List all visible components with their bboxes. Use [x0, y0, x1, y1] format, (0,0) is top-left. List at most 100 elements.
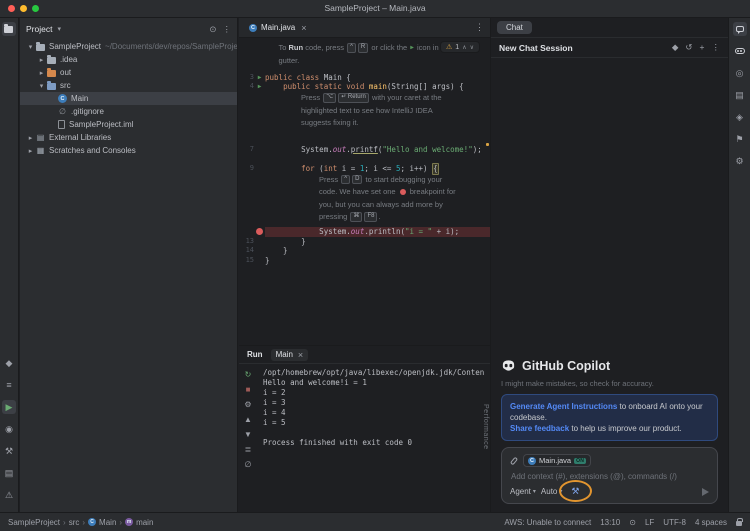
- bookmarks-tool-button[interactable]: ⚑: [733, 132, 747, 146]
- tree-item-scratches[interactable]: ▸ ▦ Scratches and Consoles: [20, 144, 237, 157]
- inline-hint[interactable]: Press ⌥ ↵ Return with your caret at the: [239, 92, 490, 104]
- tree-item-sampleproject[interactable]: ▾ SampleProject ~/Documents/dev/repos/Samp…: [20, 40, 237, 53]
- history-icon[interactable]: ↺: [685, 42, 692, 53]
- code-line[interactable]: 14 }: [239, 246, 490, 256]
- inline-hint[interactable]: suggests fixing it.: [239, 117, 490, 129]
- inspections-widget[interactable]: ⚠ 1 ∧ ∨: [440, 41, 480, 53]
- close-tab-icon[interactable]: ×: [301, 23, 306, 33]
- settings-icon[interactable]: ⚙: [244, 400, 251, 409]
- tree-item-idea[interactable]: ▸ .idea: [20, 53, 237, 66]
- more-icon[interactable]: ⋮: [475, 22, 484, 33]
- up-stack-icon[interactable]: ▲: [244, 415, 252, 424]
- tab-chat[interactable]: Chat: [497, 21, 532, 34]
- inline-hint[interactable]: Press ^ D to start debugging your: [239, 174, 490, 186]
- tree-item-external-libraries[interactable]: ▸ ▤ External Libraries: [20, 131, 237, 144]
- breadcrumb-item[interactable]: SampleProject: [8, 518, 60, 527]
- clock[interactable]: 13:10: [600, 518, 620, 527]
- copilot-tool-button[interactable]: [733, 44, 747, 58]
- console-output[interactable]: /opt/homebrew/opt/java/libexec/openjdk.j…: [257, 364, 490, 512]
- indent-config[interactable]: 4 spaces: [695, 518, 727, 527]
- more-options-icon[interactable]: ⋮: [223, 24, 232, 35]
- build-tool-button[interactable]: ⚒: [2, 444, 16, 458]
- code-line[interactable]: [239, 135, 490, 145]
- tree-item-out[interactable]: ▸ out: [20, 66, 237, 79]
- structure-tool-button[interactable]: ≡: [2, 378, 16, 392]
- inline-hint[interactable]: code. We have set one breakpoint for: [239, 186, 490, 198]
- breadcrumb-item[interactable]: Main: [99, 518, 116, 527]
- terminal-tool-button[interactable]: ▤: [2, 466, 16, 480]
- tree-item-sampleproject-iml[interactable]: SampleProject.iml: [20, 118, 237, 131]
- problems-tool-button[interactable]: ⚠: [2, 488, 16, 502]
- stop-icon[interactable]: ■: [246, 385, 251, 394]
- tab-main-java[interactable]: C Main.java ×: [245, 21, 311, 35]
- generate-agent-instructions-link[interactable]: Generate Agent Instructions: [510, 402, 617, 411]
- code-line[interactable]: 4 ▶ public static void main (String[] args…: [239, 82, 490, 92]
- status-indicator-icon[interactable]: ⊙: [629, 518, 636, 527]
- tree-chevron-icon[interactable]: ▾: [26, 43, 35, 51]
- breadcrumb-item[interactable]: src: [69, 518, 80, 527]
- performance-tab-label[interactable]: Performance: [482, 404, 489, 450]
- chat-tool-button[interactable]: [732, 22, 747, 36]
- lock-icon[interactable]: [736, 518, 743, 526]
- tree-chevron-icon[interactable]: ▸: [26, 147, 35, 155]
- share-feedback-link[interactable]: Share feedback: [510, 424, 569, 433]
- inline-hint[interactable]: you, but you can always add more by: [239, 198, 490, 210]
- code-line[interactable]: 13 }: [239, 237, 490, 247]
- settings-tool-button[interactable]: ⚙: [733, 154, 747, 168]
- model-picker-icon[interactable]: ◆: [672, 42, 679, 53]
- code-line[interactable]: 15}: [239, 256, 490, 266]
- rerun-icon[interactable]: ↻: [245, 370, 252, 379]
- run-line-icon[interactable]: ▶: [254, 73, 265, 83]
- more-options-icon[interactable]: ⋮: [712, 42, 721, 53]
- down-stack-icon[interactable]: ▼: [244, 430, 252, 439]
- notifications-tool-button[interactable]: ◎: [733, 66, 747, 80]
- chat-input-placeholder[interactable]: Add context (#), extensions (@), command…: [510, 472, 709, 481]
- commit-tool-button[interactable]: ◆: [2, 356, 16, 370]
- next-issue-icon[interactable]: ∨: [470, 44, 474, 51]
- tree-item-gitignore[interactable]: ∅ .gitignore: [20, 105, 237, 118]
- debug-tool-button[interactable]: ◉: [2, 422, 16, 436]
- tree-chevron-icon[interactable]: ▸: [37, 69, 46, 77]
- tree-chevron-icon[interactable]: ▸: [37, 56, 46, 64]
- code-line[interactable]: 7 System. out. printf("Hello and welcome!"…: [239, 145, 490, 155]
- line-separator[interactable]: LF: [645, 518, 654, 527]
- breakpoint-dot[interactable]: [256, 228, 263, 236]
- run-title[interactable]: Run: [247, 350, 263, 359]
- file-encoding[interactable]: UTF-8: [663, 518, 686, 527]
- database-tool-button[interactable]: ▤: [733, 88, 747, 102]
- model-selector[interactable]: Auto ▾: [541, 487, 562, 496]
- breakpoint-line[interactable]: System. out .println("i = " + i);: [239, 227, 490, 237]
- inline-hint[interactable]: gutter.: [239, 54, 490, 66]
- project-view-selector[interactable]: Project: [26, 24, 52, 34]
- close-window-button[interactable]: [8, 5, 15, 12]
- agent-selector[interactable]: Agent ▾: [510, 487, 536, 496]
- tools-icon[interactable]: ⚒: [571, 486, 579, 497]
- inline-hint[interactable]: highlighted text to see how IntelliJ IDE…: [239, 104, 490, 116]
- soft-wrap-icon[interactable]: ≣: [245, 445, 252, 454]
- current-file-chip[interactable]: C Main.java ON: [523, 454, 592, 467]
- minimize-window-button[interactable]: [20, 5, 27, 12]
- code-editor[interactable]: ⚠ 1 ∧ ∨ To Run code, press ^ R or click t…: [239, 38, 490, 345]
- run-tab-main[interactable]: Main ×: [270, 348, 309, 361]
- breadcrumb-item[interactable]: main: [136, 518, 153, 527]
- new-chat-icon[interactable]: +: [700, 42, 705, 53]
- project-tool-button[interactable]: [2, 22, 16, 36]
- code-line[interactable]: 3 ▶ public class Main {: [239, 73, 490, 83]
- clear-console-icon[interactable]: ∅: [245, 460, 252, 469]
- chat-input-card[interactable]: C Main.java ON Add context (#), extensio…: [501, 447, 718, 504]
- select-opened-file-icon[interactable]: ⊙: [209, 24, 216, 35]
- gradle-tool-button[interactable]: ◈: [733, 110, 747, 124]
- close-tab-icon[interactable]: ×: [298, 350, 303, 360]
- inline-hint[interactable]: pressing ⌘ F8.: [239, 211, 490, 223]
- attach-context-icon[interactable]: [509, 456, 519, 465]
- tree-chevron-icon[interactable]: ▸: [26, 134, 35, 142]
- zoom-window-button[interactable]: [32, 5, 39, 12]
- tree-item-src[interactable]: ▾ src: [20, 79, 237, 92]
- send-icon[interactable]: [702, 487, 709, 496]
- prev-issue-icon[interactable]: ∧: [462, 44, 466, 51]
- tree-chevron-icon[interactable]: ▾: [37, 82, 46, 90]
- code-line[interactable]: 9 for (int i = 1; i <= 5; i++) {: [239, 162, 490, 175]
- aws-status[interactable]: AWS: Unable to connect: [504, 518, 591, 527]
- run-tool-button[interactable]: ▶: [2, 400, 16, 414]
- run-line-icon[interactable]: ▶: [254, 82, 265, 92]
